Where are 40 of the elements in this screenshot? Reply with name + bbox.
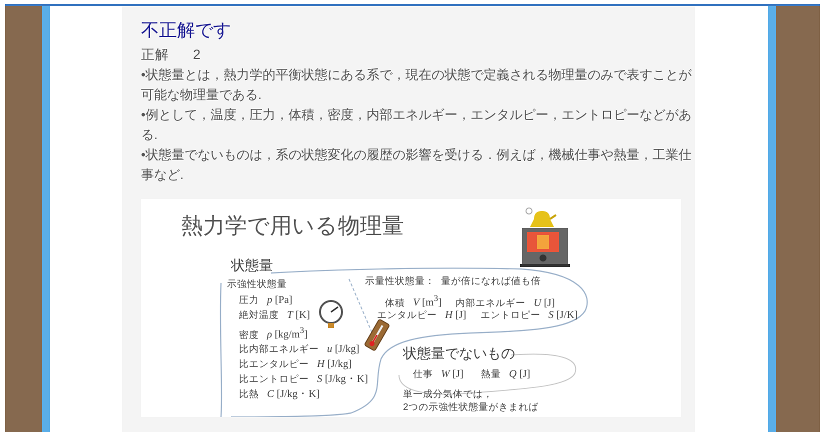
section-heading: 状態量 (231, 257, 273, 274)
quantity-symbol: T [K] (287, 310, 310, 323)
quantity-name: 仕事 (413, 369, 433, 380)
quantity-symbol: H [J] (445, 310, 466, 323)
group-heading: 示強性状態量 (227, 279, 287, 290)
quantity-name: 圧力 (239, 295, 259, 306)
explanation-text: •状態量とは，熱力学的平衡状態にある系で，現在の状態で定義される物理量のみで表すことが可能な物理量である. (141, 66, 693, 104)
quantity-symbol: W [J] (441, 369, 464, 382)
quantity-name: エントロピー (480, 310, 540, 322)
quantity-symbol: S [J/kg・K] (317, 374, 368, 387)
quantity-symbol: p [Pa] (267, 295, 292, 308)
quantity-name: 熱量 (481, 369, 501, 380)
explanation-text: •状態量でないものは，系の状態変化の履歴の影響を受ける．例えば，機械仕事や熱量，工業仕事など. (141, 146, 693, 184)
group-note: 量が倍になれば値も倍 (441, 276, 541, 288)
quantity-symbol: C [J/kg・K] (267, 389, 320, 402)
quantity-name: 密度 (239, 330, 259, 341)
section-heading: 状態量でないもの (403, 345, 515, 362)
quantity-name: 比内部エネルギー (239, 344, 319, 356)
quantity-symbol: U [J] (534, 298, 555, 310)
answer-label: 正解 (141, 46, 169, 64)
note-text: 単一成分気体では， (403, 389, 493, 400)
quantity-symbol: Q [J] (509, 369, 530, 382)
quantity-name: 体積 (385, 298, 405, 309)
quantity-name: 比エントロピー (239, 374, 309, 386)
group-heading: 示量性状態量： (365, 276, 435, 288)
result-title: 不正解です (141, 19, 232, 42)
figure-title: 熱力学で用いる物理量 (181, 213, 404, 240)
note-text: 2つの示強性状態量がきまれば (403, 402, 538, 414)
explanation-text: •例として，温度，圧力，体積，密度，内部エネルギー，エンタルピー，エントロピーなどがある. (141, 106, 693, 144)
quantity-name: 絶対温度 (239, 310, 279, 322)
quantity-name: 比エンタルピー (239, 359, 309, 370)
quantity-name: 内部エネルギー (456, 298, 526, 309)
quantity-symbol: H [J/kg] (317, 359, 352, 372)
quantity-symbol: S [J/K] (548, 310, 578, 323)
quantity-name: 比熱 (239, 389, 259, 400)
quantity-symbol: V [m$^{3}$] (413, 293, 442, 310)
answer-value: 2 (193, 46, 201, 64)
quantity-symbol: ρ [kg/m$^{3}$] (267, 325, 308, 342)
quantity-symbol: u [J/kg] (327, 344, 360, 357)
quantity-name: エンタルピー (377, 310, 437, 322)
